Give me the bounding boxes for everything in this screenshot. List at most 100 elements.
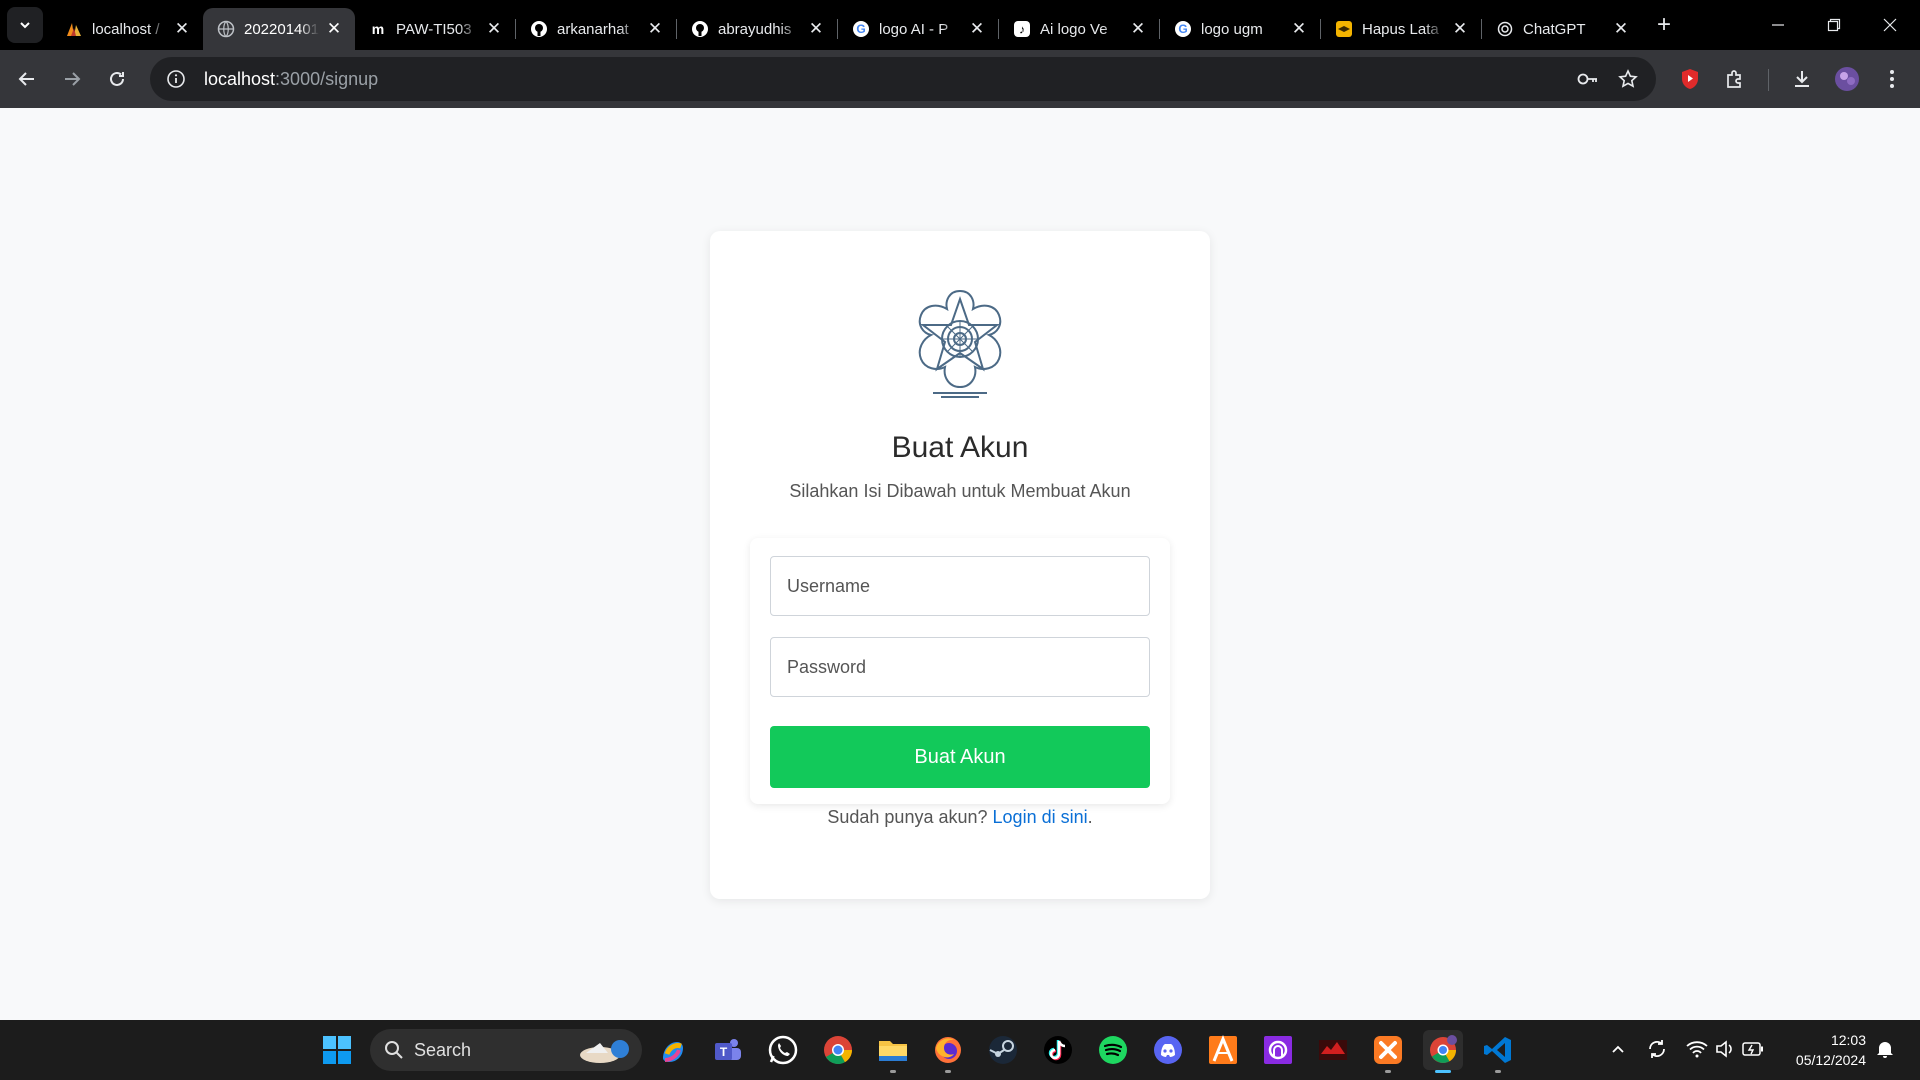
tab-search-button[interactable] xyxy=(7,7,43,43)
close-icon[interactable]: ✕ xyxy=(968,19,986,38)
taskbar-teams[interactable]: T xyxy=(708,1030,748,1070)
close-icon[interactable]: ✕ xyxy=(646,19,664,38)
taskbar-app-orange[interactable] xyxy=(1203,1030,1243,1070)
close-icon[interactable]: ✕ xyxy=(1451,19,1469,38)
extension-youtube-button[interactable] xyxy=(1672,61,1708,97)
taskbar-app-red[interactable] xyxy=(1313,1030,1353,1070)
xampp-icon xyxy=(1374,1036,1402,1064)
username-input[interactable] xyxy=(770,556,1150,616)
login-link[interactable]: Login di sini xyxy=(993,807,1088,827)
tab-google-logo-ai[interactable]: G logo AI - P ✕ xyxy=(838,8,998,50)
tab-paw[interactable]: m PAW-TI503 ✕ xyxy=(355,8,515,50)
folder-icon xyxy=(879,1041,907,1061)
login-prompt-text: Sudah punya akun? xyxy=(827,807,988,827)
notifications-button[interactable] xyxy=(1870,1034,1900,1064)
show-hidden-icons-button[interactable] xyxy=(1603,1034,1633,1064)
taskbar-steam[interactable] xyxy=(983,1030,1023,1070)
arrow-right-icon xyxy=(65,72,81,86)
tab-title: arkanarhat xyxy=(557,20,629,38)
bookmark-button[interactable] xyxy=(1610,61,1646,97)
address-bar[interactable]: localhost:3000/signup xyxy=(150,57,1656,101)
minimize-button[interactable] xyxy=(1750,0,1806,50)
chevron-down-icon xyxy=(20,22,30,29)
puzzle-icon xyxy=(1727,70,1741,88)
close-icon[interactable]: ✕ xyxy=(325,19,343,38)
tab-active[interactable]: 202201401 ✕ xyxy=(203,8,355,50)
close-icon[interactable]: ✕ xyxy=(485,19,503,38)
close-icon[interactable]: ✕ xyxy=(1129,19,1147,38)
tab-localhost[interactable]: localhost / ✕ xyxy=(51,8,203,50)
active-indicator xyxy=(1435,1070,1451,1073)
restore-button[interactable] xyxy=(1806,0,1862,50)
close-icon[interactable]: ✕ xyxy=(807,19,825,38)
taskbar-search[interactable]: Search xyxy=(370,1029,642,1071)
taskbar-file-explorer[interactable] xyxy=(873,1030,913,1073)
tab-chatgpt[interactable]: ChatGPT ✕ xyxy=(1482,8,1642,50)
volume-tray-icon[interactable] xyxy=(1710,1034,1740,1064)
bell-icon xyxy=(1877,1042,1893,1058)
tab-strip: localhost / ✕ 202201401 ✕ m PAW-TI503 ✕ … xyxy=(0,0,1920,50)
taskbar-vscode[interactable] xyxy=(1478,1030,1518,1073)
taskbar-tiktok[interactable] xyxy=(1038,1030,1078,1070)
taskbar-firefox[interactable] xyxy=(928,1030,968,1073)
sync-tray-icon[interactable] xyxy=(1642,1034,1672,1064)
avatar-icon xyxy=(1835,67,1859,91)
tab-github-1[interactable]: arkanarhat ✕ xyxy=(516,8,676,50)
close-icon[interactable]: ✕ xyxy=(1290,19,1308,38)
taskbar-whatsapp[interactable] xyxy=(763,1030,803,1070)
profile-avatar[interactable] xyxy=(1829,61,1865,97)
tab-hapus-latar[interactable]: Hapus Lata ✕ xyxy=(1321,8,1481,50)
password-input[interactable] xyxy=(770,637,1150,697)
tab-title: logo ugm xyxy=(1201,20,1263,38)
downloads-button[interactable] xyxy=(1784,61,1820,97)
tiktok-icon: ♪ xyxy=(1013,20,1031,38)
system-clock[interactable]: 12:03 05/12/2024 xyxy=(1796,1030,1866,1070)
battery-tray-icon[interactable] xyxy=(1738,1034,1768,1064)
site-info-icon[interactable] xyxy=(158,61,194,97)
tm-icon: m xyxy=(371,21,385,37)
kebab-menu-icon xyxy=(1890,70,1894,88)
browser-toolbar: localhost:3000/signup xyxy=(0,50,1920,108)
taskbar-xampp[interactable] xyxy=(1368,1030,1408,1073)
tab-title: ChatGPT xyxy=(1523,20,1586,38)
key-icon xyxy=(1577,73,1597,85)
discord-icon xyxy=(1154,1036,1182,1064)
login-prompt-line: Sudah punya akun? Login di sini. xyxy=(710,807,1210,828)
running-indicator xyxy=(890,1070,896,1073)
taskbar-app-purple[interactable] xyxy=(1258,1030,1298,1070)
hat-icon xyxy=(1335,20,1353,38)
start-button[interactable] xyxy=(317,1030,357,1070)
extensions-button[interactable] xyxy=(1717,61,1753,97)
tab-tiktok[interactable]: ♪ Ai logo Ve ✕ xyxy=(999,8,1159,50)
close-icon[interactable]: ✕ xyxy=(1612,19,1630,38)
window-close-button[interactable] xyxy=(1862,0,1918,50)
openai-icon xyxy=(1496,20,1514,38)
tab-github-2[interactable]: abrayudhis ✕ xyxy=(677,8,837,50)
wifi-tray-icon[interactable] xyxy=(1682,1034,1712,1064)
tab-google-logo-ugm[interactable]: G logo ugm ✕ xyxy=(1160,8,1320,50)
close-icon[interactable]: ✕ xyxy=(173,19,191,38)
back-button[interactable] xyxy=(9,61,45,97)
taskbar-copilot[interactable] xyxy=(653,1030,693,1070)
forward-button[interactable] xyxy=(54,61,90,97)
url-text: localhost:3000/signup xyxy=(204,69,378,90)
taskbar-chrome-profile[interactable] xyxy=(1423,1030,1463,1073)
create-account-button[interactable]: Buat Akun xyxy=(770,726,1150,788)
close-icon xyxy=(1883,18,1897,32)
tab-title: abrayudhis xyxy=(718,20,792,38)
windows-logo-icon xyxy=(323,1036,351,1064)
battery-charging-icon xyxy=(1742,1042,1763,1056)
password-key-button[interactable] xyxy=(1570,61,1606,97)
tab-title: localhost / xyxy=(92,20,160,38)
chevron-up-icon xyxy=(1612,1045,1624,1053)
taskbar-spotify[interactable] xyxy=(1093,1030,1133,1070)
reload-icon xyxy=(110,71,124,86)
clock-date: 05/12/2024 xyxy=(1795,1052,1866,1068)
github-icon xyxy=(691,20,709,38)
reload-button[interactable] xyxy=(99,61,135,97)
taskbar-discord[interactable] xyxy=(1148,1030,1188,1070)
new-tab-button[interactable]: + xyxy=(1648,9,1680,41)
browser-menu-button[interactable] xyxy=(1874,61,1910,97)
taskbar-chrome[interactable] xyxy=(818,1030,858,1070)
sync-icon xyxy=(1649,1040,1665,1058)
